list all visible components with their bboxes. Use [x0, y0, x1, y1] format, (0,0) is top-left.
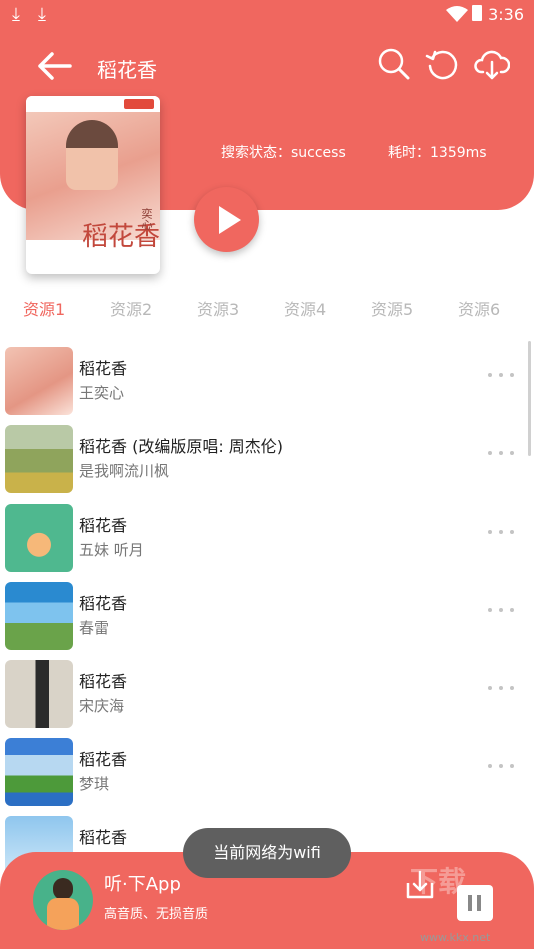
source-tabs: 资源1 资源2 资源3 资源4 资源5 资源6	[0, 296, 534, 322]
player-title: 听·下App	[104, 874, 181, 895]
scrollbar[interactable]	[528, 341, 531, 456]
search-time: 耗时：1359ms	[388, 145, 487, 161]
app-screen: ⤓ ⤓ 3:36 稻花香 稻花香 奕心 搜索状态：success 耗时：1359…	[0, 0, 534, 949]
download-notification-icon: ⤓	[38, 4, 46, 25]
list-item[interactable]: 稻花香 五妹 听月	[0, 498, 534, 576]
wifi-icon	[446, 6, 468, 22]
download-notification-icon: ⤓	[12, 4, 20, 25]
network-toast: 当前网络为wifi	[183, 828, 351, 878]
cloud-download-icon[interactable]	[474, 46, 510, 82]
tab-source-1[interactable]: 资源1	[23, 296, 65, 320]
back-arrow-icon[interactable]	[34, 48, 74, 84]
pause-icon	[468, 895, 472, 911]
song-title: 稻花香 (改编版原唱: 周杰伦)	[79, 437, 284, 456]
search-icon[interactable]	[376, 46, 412, 82]
tab-source-2[interactable]: 资源2	[110, 296, 152, 320]
song-thumbnail	[5, 660, 73, 728]
list-item[interactable]: 稻花香 春雷	[0, 576, 534, 654]
status-bar: ⤓ ⤓ 3:36	[0, 0, 534, 28]
song-artist: 是我啊流川枫	[79, 462, 170, 480]
tab-source-3[interactable]: 资源3	[197, 296, 239, 320]
player-subtitle: 高音质、无损音质	[104, 907, 209, 922]
song-title: 稻花香	[79, 828, 128, 847]
page-title: 稻花香	[97, 58, 157, 82]
tab-source-4[interactable]: 资源4	[284, 296, 326, 320]
more-options-icon[interactable]	[488, 606, 514, 614]
cover-artist-mark: 奕心	[140, 208, 153, 230]
list-item[interactable]: 稻花香 (改编版原唱: 周杰伦) 是我啊流川枫	[0, 419, 534, 497]
tab-source-6[interactable]: 资源6	[458, 296, 500, 320]
more-options-icon[interactable]	[488, 528, 514, 536]
song-artist: 五妹 听月	[79, 541, 144, 559]
song-artist: 宋庆海	[79, 697, 125, 715]
song-artist: 梦琪	[79, 775, 110, 793]
song-thumbnail	[5, 738, 73, 806]
song-title: 稻花香	[79, 672, 128, 691]
song-title: 稻花香	[79, 516, 128, 535]
more-options-icon[interactable]	[488, 762, 514, 770]
song-thumbnail	[5, 504, 73, 572]
list-item[interactable]: 稻花香 梦琪	[0, 732, 534, 810]
status-time: 3:36	[488, 5, 524, 24]
player-avatar	[33, 870, 93, 930]
cover-portrait	[66, 120, 118, 190]
song-thumbnail	[5, 425, 73, 493]
more-options-icon[interactable]	[488, 449, 514, 457]
battery-icon	[472, 5, 482, 21]
song-thumbnail	[5, 582, 73, 650]
song-thumbnail	[5, 347, 73, 415]
song-artist: 王奕心	[79, 384, 125, 402]
search-status: 搜索状态：success	[221, 145, 346, 161]
play-icon	[219, 206, 241, 234]
label-logo	[124, 99, 154, 109]
song-title: 稻花香	[79, 359, 128, 378]
song-artist: 春雷	[79, 619, 110, 637]
tab-source-5[interactable]: 资源5	[371, 296, 413, 320]
more-options-icon[interactable]	[488, 684, 514, 692]
play-button[interactable]	[194, 187, 259, 252]
refresh-icon[interactable]	[424, 46, 460, 82]
song-title: 稻花香	[79, 594, 128, 613]
song-title: 稻花香	[79, 750, 128, 769]
watermark-url: www.kkx.net	[420, 931, 491, 944]
watermark-text: 下载	[410, 865, 467, 898]
top-bar: 稻花香	[0, 40, 534, 92]
more-options-icon[interactable]	[488, 371, 514, 379]
list-item[interactable]: 稻花香 宋庆海	[0, 654, 534, 732]
list-item[interactable]: 稻花香 王奕心	[0, 341, 534, 419]
album-cover: 稻花香 奕心	[26, 96, 160, 274]
